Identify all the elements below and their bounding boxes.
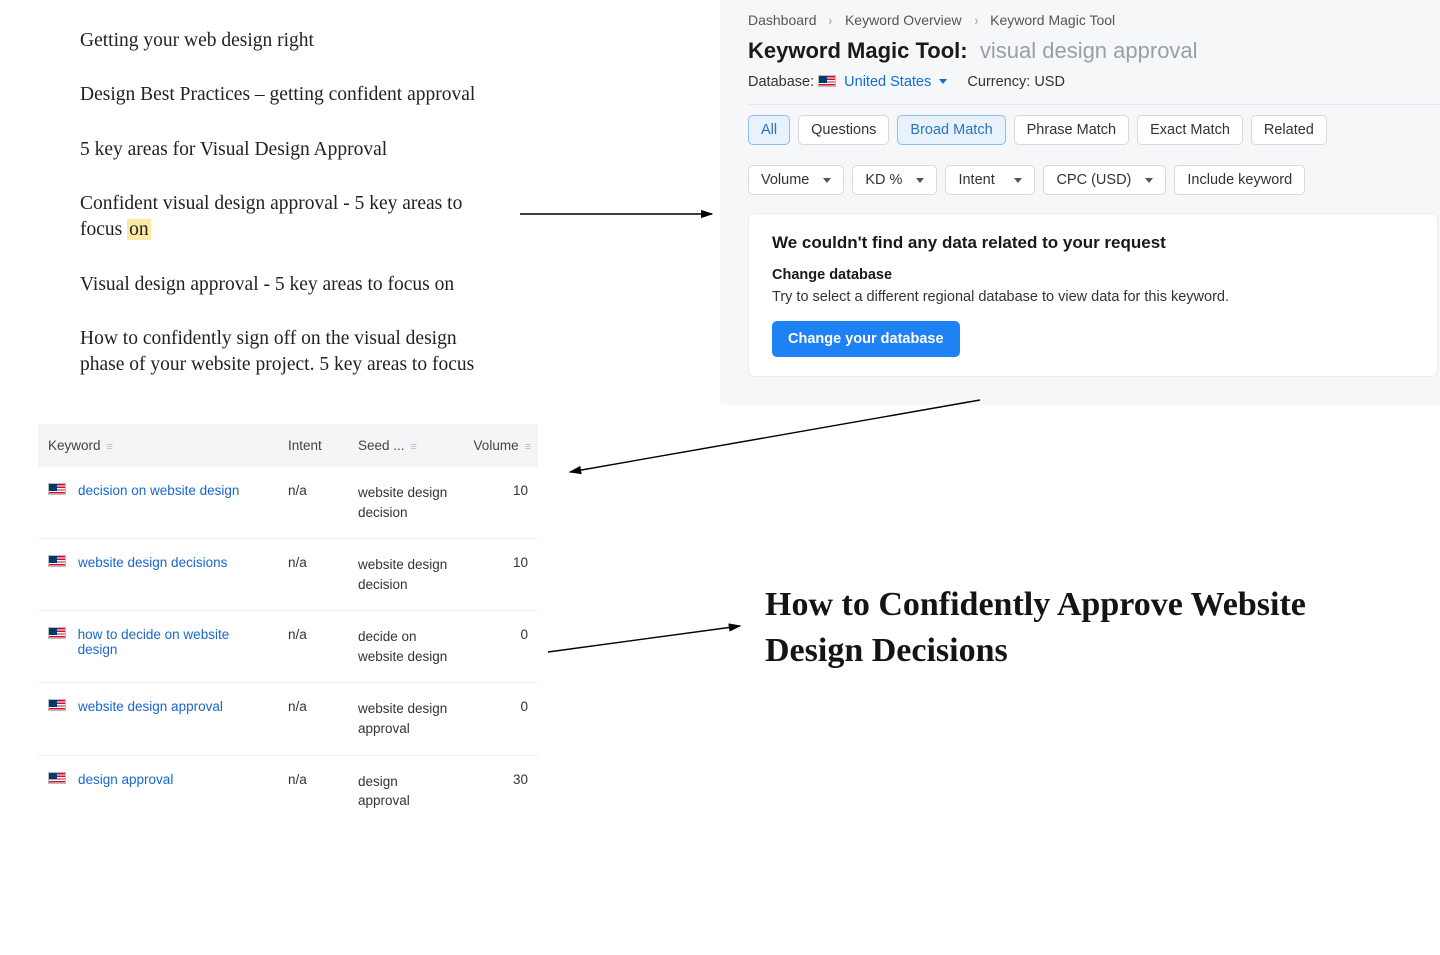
filter-include-keyword[interactable]: Include keyword bbox=[1174, 165, 1305, 195]
us-flag-icon bbox=[48, 483, 66, 495]
breadcrumb-item[interactable]: Keyword Overview bbox=[845, 12, 962, 28]
volume-cell: 10 bbox=[458, 467, 538, 539]
col-intent[interactable]: Intent bbox=[278, 424, 348, 467]
chevron-right-icon: › bbox=[829, 12, 832, 28]
empty-title: We couldn't find any data related to you… bbox=[772, 233, 1414, 253]
search-term: visual design approval bbox=[974, 38, 1198, 63]
keyword-table: Keyword≡ Intent Seed ...≡ Volume≡ decisi… bbox=[38, 424, 538, 827]
chevron-down-icon bbox=[916, 178, 924, 183]
tab-related[interactable]: Related bbox=[1251, 115, 1327, 145]
volume-cell: 0 bbox=[458, 683, 538, 755]
arrow-3 bbox=[548, 626, 740, 652]
seed-cell: design approval bbox=[348, 755, 458, 827]
table-row: design approvaln/adesign approval30 bbox=[38, 755, 538, 827]
us-flag-icon bbox=[48, 699, 66, 711]
filter-row: Volume KD % Intent CPC (USD) Include key… bbox=[748, 155, 1440, 205]
filter-intent[interactable]: Intent bbox=[945, 165, 1035, 195]
filter-cpc[interactable]: CPC (USD) bbox=[1043, 165, 1166, 195]
headline-item: Getting your web design right bbox=[80, 28, 500, 54]
intent-cell: n/a bbox=[278, 467, 348, 539]
keyword-link[interactable]: decision on website design bbox=[78, 483, 239, 498]
headline-item: Design Best Practices – getting confiden… bbox=[80, 82, 500, 108]
table-row: decision on website design n/awebsite des… bbox=[38, 467, 538, 539]
headline-item: Visual design approval - 5 key areas to … bbox=[80, 272, 500, 298]
us-flag-icon bbox=[48, 627, 66, 639]
empty-subtitle: Change database bbox=[772, 267, 1414, 283]
tab-broad-match[interactable]: Broad Match bbox=[897, 115, 1005, 145]
keyword-link[interactable]: website design decisions bbox=[78, 555, 227, 570]
sort-icon: ≡ bbox=[411, 441, 414, 453]
keyword-link[interactable]: website design approval bbox=[78, 699, 223, 714]
col-seed[interactable]: Seed ...≡ bbox=[348, 424, 458, 467]
keyword-link[interactable]: design approval bbox=[78, 772, 173, 787]
final-headline: How to Confidently Approve Website Desig… bbox=[765, 582, 1355, 674]
seed-cell: website design decision bbox=[348, 539, 458, 611]
volume-cell: 10 bbox=[458, 539, 538, 611]
tab-questions[interactable]: Questions bbox=[798, 115, 889, 145]
currency-value: USD bbox=[1034, 74, 1065, 90]
chevron-down-icon bbox=[1014, 178, 1022, 183]
us-flag-icon bbox=[48, 555, 66, 567]
table-row: website design approvaln/awebsite design… bbox=[38, 683, 538, 755]
seed-cell: website design decision bbox=[348, 467, 458, 539]
col-volume[interactable]: Volume≡ bbox=[458, 424, 538, 467]
database-label: Database: bbox=[748, 74, 814, 90]
headline-item: Confident visual design approval - 5 key… bbox=[80, 191, 500, 244]
volume-cell: 30 bbox=[458, 755, 538, 827]
empty-description: Try to select a different regional datab… bbox=[772, 289, 1414, 305]
intent-cell: n/a bbox=[278, 539, 348, 611]
us-flag-icon bbox=[48, 772, 66, 784]
breadcrumb-item[interactable]: Keyword Magic Tool bbox=[990, 12, 1115, 28]
title-label: Keyword Magic Tool: bbox=[748, 38, 968, 63]
intent-cell: n/a bbox=[278, 755, 348, 827]
intent-cell: n/a bbox=[278, 683, 348, 755]
breadcrumb: Dashboard › Keyword Overview › Keyword M… bbox=[748, 12, 1440, 28]
volume-cell: 0 bbox=[458, 611, 538, 683]
filter-kd[interactable]: KD % bbox=[852, 165, 937, 195]
table-row: how to decide on website design n/adecide… bbox=[38, 611, 538, 683]
breadcrumb-item[interactable]: Dashboard bbox=[748, 12, 817, 28]
database-selector[interactable]: United States bbox=[844, 74, 951, 90]
table-row: website design decisions n/awebsite desig… bbox=[38, 539, 538, 611]
change-database-button[interactable]: Change your database bbox=[772, 321, 960, 357]
empty-state-card: We couldn't find any data related to you… bbox=[748, 213, 1438, 377]
keyword-link[interactable]: how to decide on website design bbox=[78, 627, 268, 657]
seed-cell: decide on website design bbox=[348, 611, 458, 683]
headline-list: Getting your web design right Design Bes… bbox=[80, 28, 500, 407]
tab-all[interactable]: All bbox=[748, 115, 790, 145]
sort-icon: ≡ bbox=[107, 441, 110, 453]
filter-volume[interactable]: Volume bbox=[748, 165, 844, 195]
seed-cell: website design approval bbox=[348, 683, 458, 755]
headline-highlight: on bbox=[127, 219, 151, 240]
chevron-down-icon bbox=[939, 79, 947, 84]
headline-item: How to confidently sign off on the visua… bbox=[80, 326, 500, 379]
intent-cell: n/a bbox=[278, 611, 348, 683]
table-header-row: Keyword≡ Intent Seed ...≡ Volume≡ bbox=[38, 424, 538, 467]
chevron-down-icon bbox=[1145, 178, 1153, 183]
chevron-right-icon: › bbox=[974, 12, 977, 28]
us-flag-icon bbox=[818, 75, 836, 87]
currency-label: Currency: bbox=[967, 74, 1030, 90]
database-currency-row: Database: United States Currency: USD bbox=[748, 74, 1440, 90]
headline-item: 5 key areas for Visual Design Approval bbox=[80, 137, 500, 163]
sort-icon: ≡ bbox=[525, 441, 528, 453]
page-title: Keyword Magic Tool: visual design approv… bbox=[748, 38, 1440, 64]
tab-phrase-match[interactable]: Phrase Match bbox=[1014, 115, 1129, 145]
match-type-tabs: All Questions Broad Match Phrase Match E… bbox=[748, 105, 1440, 155]
keyword-magic-panel: Dashboard › Keyword Overview › Keyword M… bbox=[720, 0, 1440, 405]
arrow-2 bbox=[570, 400, 980, 472]
chevron-down-icon bbox=[823, 178, 831, 183]
tab-exact-match[interactable]: Exact Match bbox=[1137, 115, 1243, 145]
col-keyword[interactable]: Keyword≡ bbox=[38, 424, 278, 467]
